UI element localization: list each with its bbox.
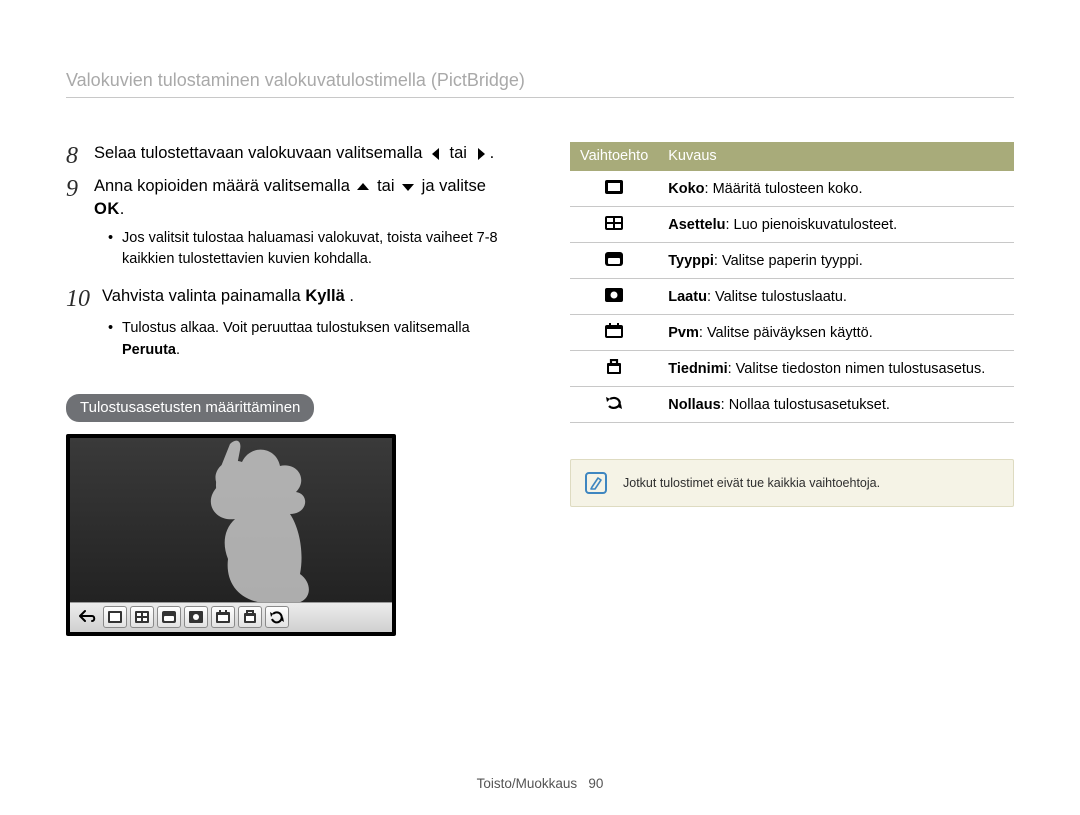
right-arrow-icon: [473, 147, 489, 161]
step-8-text-post: .: [490, 142, 495, 165]
type-icon: [603, 250, 625, 268]
up-arrow-icon: [355, 180, 371, 194]
page-footer: Toisto/Muokkaus 90: [0, 776, 1080, 791]
step-9-text-pre: Anna kopioiden määrä valitsemalla: [94, 175, 354, 198]
quality-button[interactable]: [184, 606, 208, 628]
table-row: Tiednimi: Valitse tiedoston nimen tulost…: [570, 351, 1014, 387]
date-button[interactable]: [211, 606, 235, 628]
preview-silhouette: [180, 434, 350, 604]
step-10-text-pre: Vahvista valinta painamalla: [102, 285, 305, 308]
type-button[interactable]: [157, 606, 181, 628]
step-number: 9: [66, 175, 94, 202]
step-9-end: .: [120, 198, 125, 221]
row-desc: Tyyppi: Valitse paperin tyyppi.: [658, 243, 1014, 279]
step-9-text-mid: tai: [372, 175, 399, 198]
row-desc: Asettelu: Luo pienoiskuvatulosteet.: [658, 207, 1014, 243]
table-row: Pvm: Valitse päiväyksen käyttö.: [570, 315, 1014, 351]
note-icon: [585, 472, 607, 494]
row-desc: Pvm: Valitse päiväyksen käyttö.: [658, 315, 1014, 351]
layout-button[interactable]: [130, 606, 154, 628]
step-number: 8: [66, 142, 94, 169]
step-10-bold: Kyllä: [305, 285, 344, 308]
bullet-dot: •: [108, 228, 122, 272]
preview-toolbar: [70, 602, 392, 632]
quality-icon: [603, 286, 625, 304]
step-10: 10 Vahvista valinta painamalla Kyllä .: [66, 285, 512, 312]
options-table: Vaihtoehto Kuvaus Koko: Määritä tulostee…: [570, 142, 1014, 423]
footer-section: Toisto/Muokkaus: [477, 776, 578, 791]
step-10-bullet: Tulostus alkaa. Voit peruuttaa tulostuks…: [122, 318, 512, 362]
table-row: Laatu: Valitse tulostuslaatu.: [570, 279, 1014, 315]
note-box: Jotkut tulostimet eivät tue kaikkia vaih…: [570, 459, 1014, 507]
layout-icon: [603, 214, 625, 232]
step-9-text-post: ja valitse: [417, 175, 490, 198]
step-number: 10: [66, 285, 102, 312]
row-desc: Nollaus: Nollaa tulostusasetukset.: [658, 387, 1014, 423]
th-desc: Kuvaus: [658, 142, 1014, 171]
table-row: Nollaus: Nollaa tulostusasetukset.: [570, 387, 1014, 423]
print-preview: [66, 434, 396, 636]
file-button[interactable]: [238, 606, 262, 628]
step-9-bullet: Jos valitsit tulostaa haluamasi valokuva…: [122, 228, 512, 272]
step-8: 8 Selaa tulostettavaan valokuvaan valits…: [66, 142, 512, 169]
step-10-text-post: .: [345, 285, 354, 308]
date-icon: [603, 322, 625, 340]
reset-button[interactable]: [265, 606, 289, 628]
row-desc: Koko: Määritä tulosteen koko.: [658, 171, 1014, 207]
step-9: 9 Anna kopioiden määrä valitsemalla tai …: [66, 175, 512, 221]
file-icon: [603, 358, 625, 376]
step-8-text-mid: tai: [445, 142, 472, 165]
left-arrow-icon: [428, 147, 444, 161]
table-row: Koko: Määritä tulosteen koko.: [570, 171, 1014, 207]
bullet-dot: •: [108, 318, 122, 362]
row-desc: Laatu: Valitse tulostuslaatu.: [658, 279, 1014, 315]
size-button[interactable]: [103, 606, 127, 628]
page-header: Valokuvien tulostaminen valokuvatulostim…: [66, 70, 1014, 98]
footer-page: 90: [588, 776, 603, 791]
down-arrow-icon: [400, 180, 416, 194]
row-desc: Tiednimi: Valitse tiedoston nimen tulost…: [658, 351, 1014, 387]
size-icon: [603, 178, 625, 196]
th-option: Vaihtoehto: [570, 142, 658, 171]
table-row: Asettelu: Luo pienoiskuvatulosteet.: [570, 207, 1014, 243]
note-text: Jotkut tulostimet eivät tue kaikkia vaih…: [623, 476, 880, 490]
reset-icon: [603, 394, 625, 412]
ok-label: OK: [94, 198, 120, 221]
table-row: Tyyppi: Valitse paperin tyyppi.: [570, 243, 1014, 279]
step-8-text-pre: Selaa tulostettavaan valokuvaan valitsem…: [94, 142, 427, 165]
section-pill: Tulostusasetusten määrittäminen: [66, 394, 314, 422]
back-button[interactable]: [76, 606, 100, 628]
